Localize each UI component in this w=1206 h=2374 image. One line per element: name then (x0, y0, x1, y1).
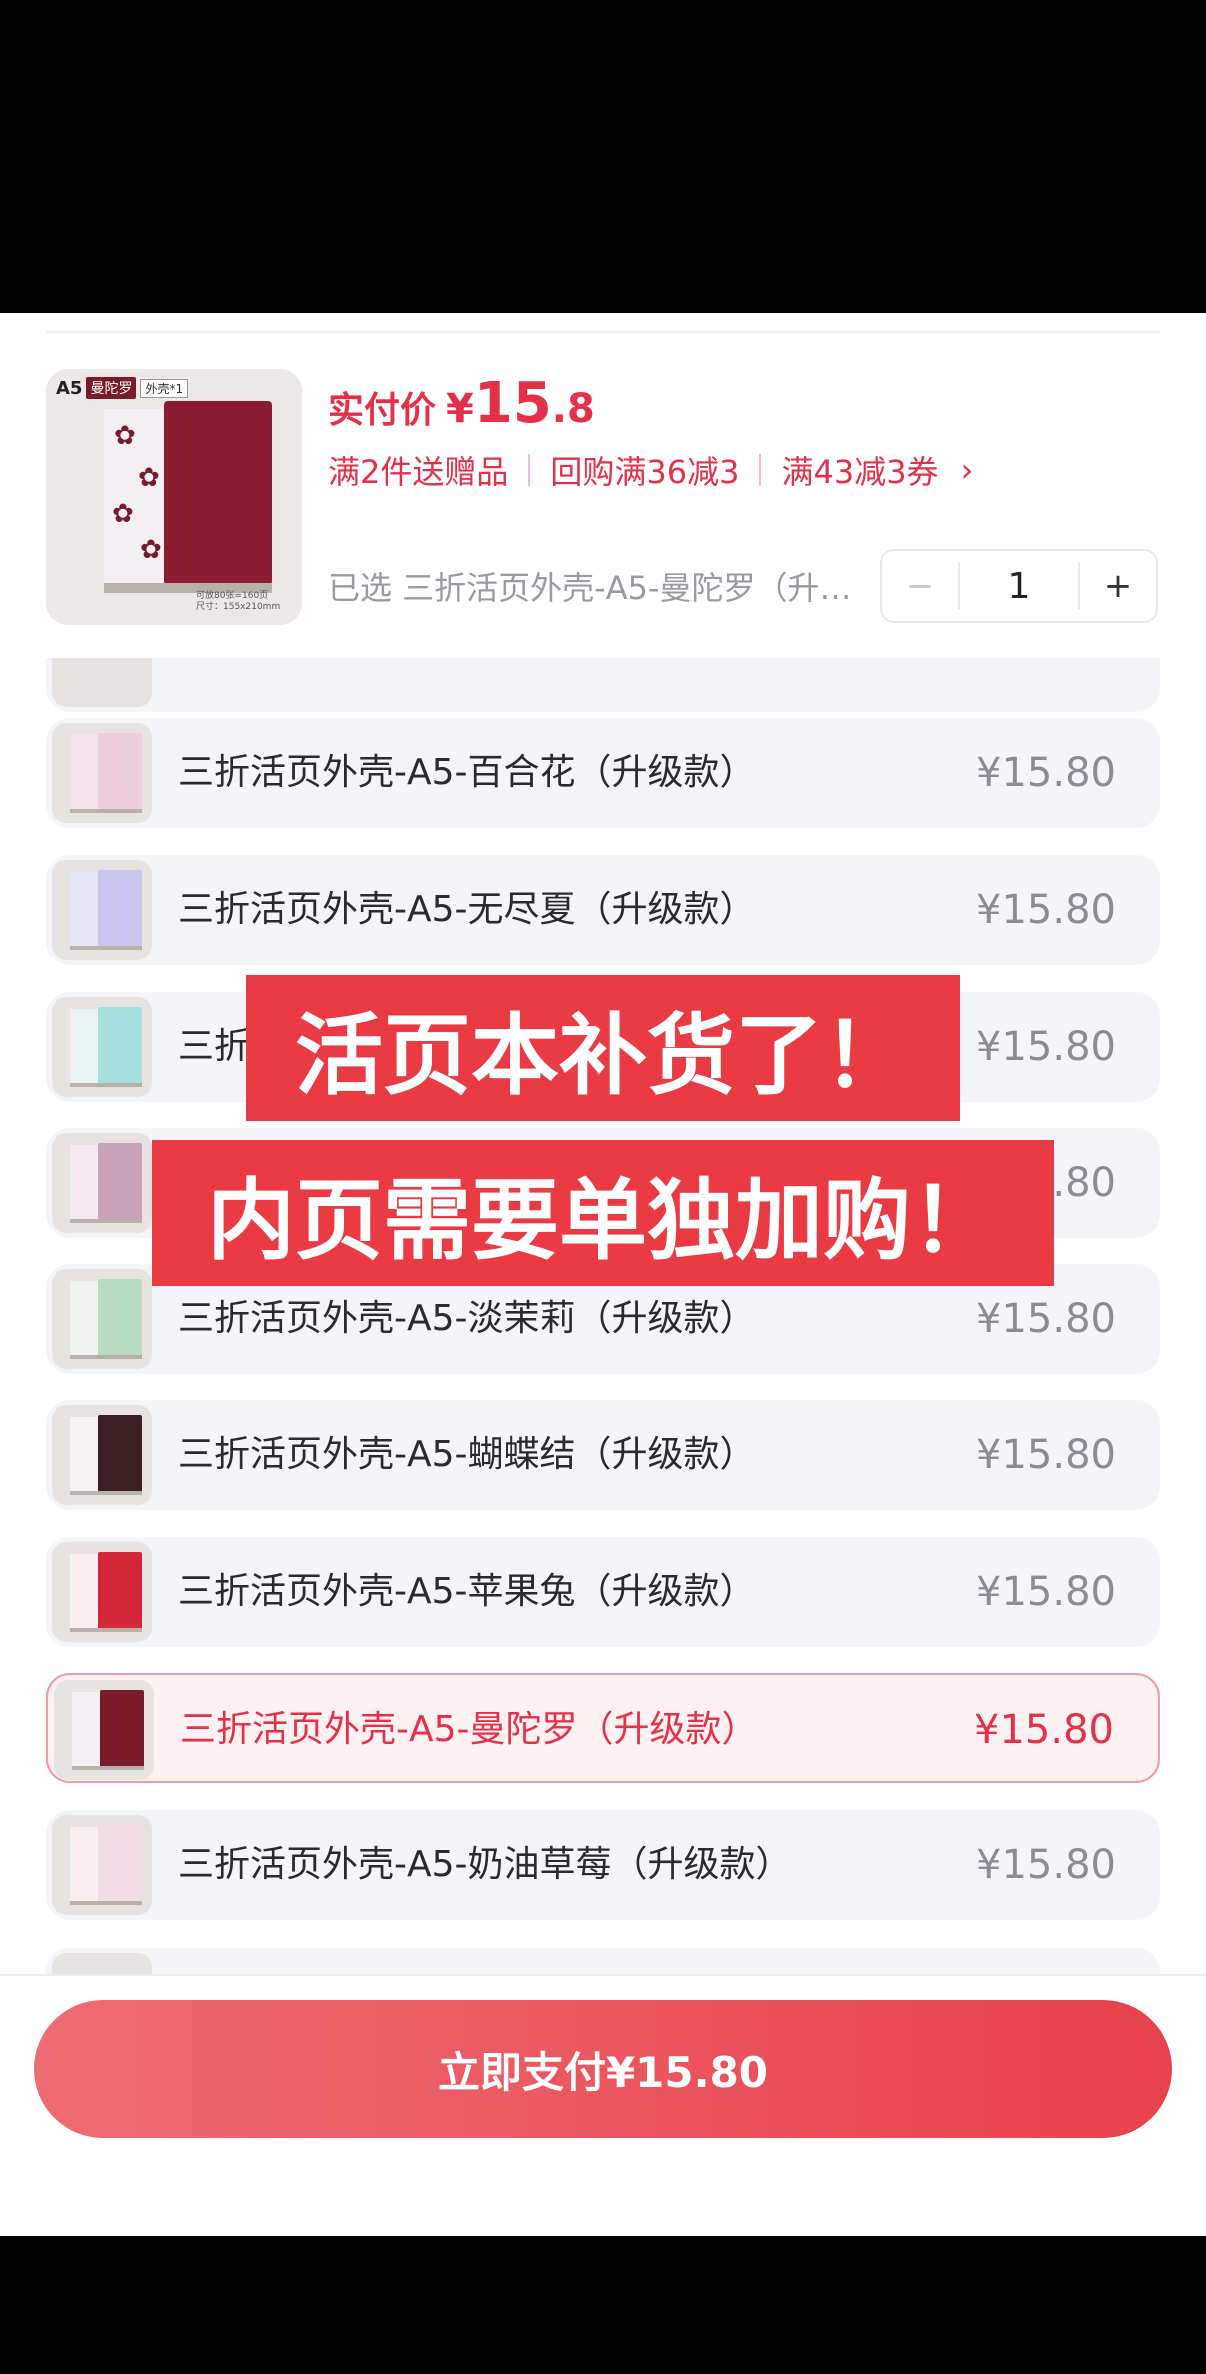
variant-cover-edge (70, 1491, 142, 1495)
bottom-black-area (0, 2236, 1206, 2374)
variant-option[interactable]: 三折活页外壳-A5-百合花（升级款） ¥15.80 (46, 718, 1160, 828)
overlay-banner-restock: 活页本补货了！ (246, 975, 960, 1121)
variant-option[interactable]: 三折活页外壳-A5-奶油草莓（升级款） ¥15.80 (46, 1810, 1160, 1920)
variant-cover-right (98, 1007, 142, 1085)
variant-cover-edge (70, 1628, 142, 1632)
variant-name: 三折活页外壳-A5-蝴蝶结（升级款） (178, 1434, 756, 1475)
variant-price: ¥15.80 (976, 750, 1116, 796)
variant-name: 三折活页外壳-A5-无尽夏（升级款） (178, 889, 756, 930)
variant-thumbnail (52, 1542, 152, 1642)
variant-option[interactable]: 三折活页外壳-A5-蝴蝶结（升级款） ¥15.80 (46, 1400, 1160, 1510)
variant-thumbnail (52, 997, 152, 1097)
variant-thumbnail (52, 723, 152, 823)
variant-name: 三折活页外壳-A5-奶油草莓（升级款） (178, 1844, 792, 1885)
variant-cover-edge (70, 1083, 142, 1087)
variant-price: ¥15.80 (976, 1024, 1116, 1070)
variant-cover-edge (70, 1355, 142, 1359)
variant-price: ¥15.80 (976, 1569, 1116, 1615)
variant-option[interactable]: 三折活页外壳-A5-曼陀罗（升级款） ¥15.80 (46, 1673, 1160, 1783)
variant-price: ¥15.80 (976, 887, 1116, 933)
variant-price: ¥15.80 (976, 1842, 1116, 1888)
variant-name: 三折活页外壳-A5-曼陀罗（升级款） (180, 1709, 758, 1750)
variant-thumbnail (52, 1269, 152, 1369)
variant-name: 三折活页外壳-A5-百合花（升级款） (178, 752, 756, 793)
variant-cover-edge (70, 946, 142, 950)
variant-cover-right (98, 733, 142, 811)
overlay-banner-refill: 内页需要单独加购！ (152, 1140, 1054, 1286)
variant-cover-right (98, 1552, 142, 1630)
variant-option-partial[interactable] (46, 658, 1160, 712)
variant-thumbnail (52, 1953, 152, 1974)
variant-thumbnail (52, 1405, 152, 1505)
variant-cover-right (98, 870, 142, 948)
variant-price: ¥15.80 (976, 1432, 1116, 1478)
variant-cover-edge (72, 1766, 144, 1770)
list-mask (0, 313, 1206, 658)
pay-now-button[interactable]: 立即支付¥15.80 (34, 2000, 1172, 2138)
variant-thumbnail (52, 1815, 152, 1915)
variant-cover-right (100, 1690, 144, 1768)
variant-cover-right (98, 1415, 142, 1493)
variant-thumbnail (52, 658, 152, 707)
variant-cover-right (98, 1825, 142, 1903)
variant-cover-right (98, 1279, 142, 1357)
variant-option-partial[interactable] (46, 1948, 1160, 1974)
variant-cover-edge (70, 809, 142, 813)
variant-option[interactable]: 三折活页外壳-A5-无尽夏（升级款） ¥15.80 (46, 855, 1160, 965)
variant-option[interactable]: 三折活页外壳-A5-苹果兔（升级款） ¥15.80 (46, 1537, 1160, 1647)
variant-name: 三折活页外壳-A5-苹果兔（升级款） (178, 1571, 756, 1612)
footer-divider (0, 1974, 1206, 1976)
variant-thumbnail (52, 1133, 152, 1233)
variant-cover-edge (70, 1901, 142, 1905)
variant-thumbnail (52, 860, 152, 960)
variant-thumbnail (54, 1680, 154, 1780)
variant-cover-edge (70, 1219, 142, 1223)
variant-price: ¥15.80 (974, 1707, 1114, 1753)
top-black-area (0, 0, 1206, 313)
variant-cover-right (98, 1143, 142, 1221)
variant-list: 三折活页外壳-A5-百合花（升级款） ¥15.80 三折活页外壳-A5-无尽夏（升级… (46, 658, 1160, 1974)
